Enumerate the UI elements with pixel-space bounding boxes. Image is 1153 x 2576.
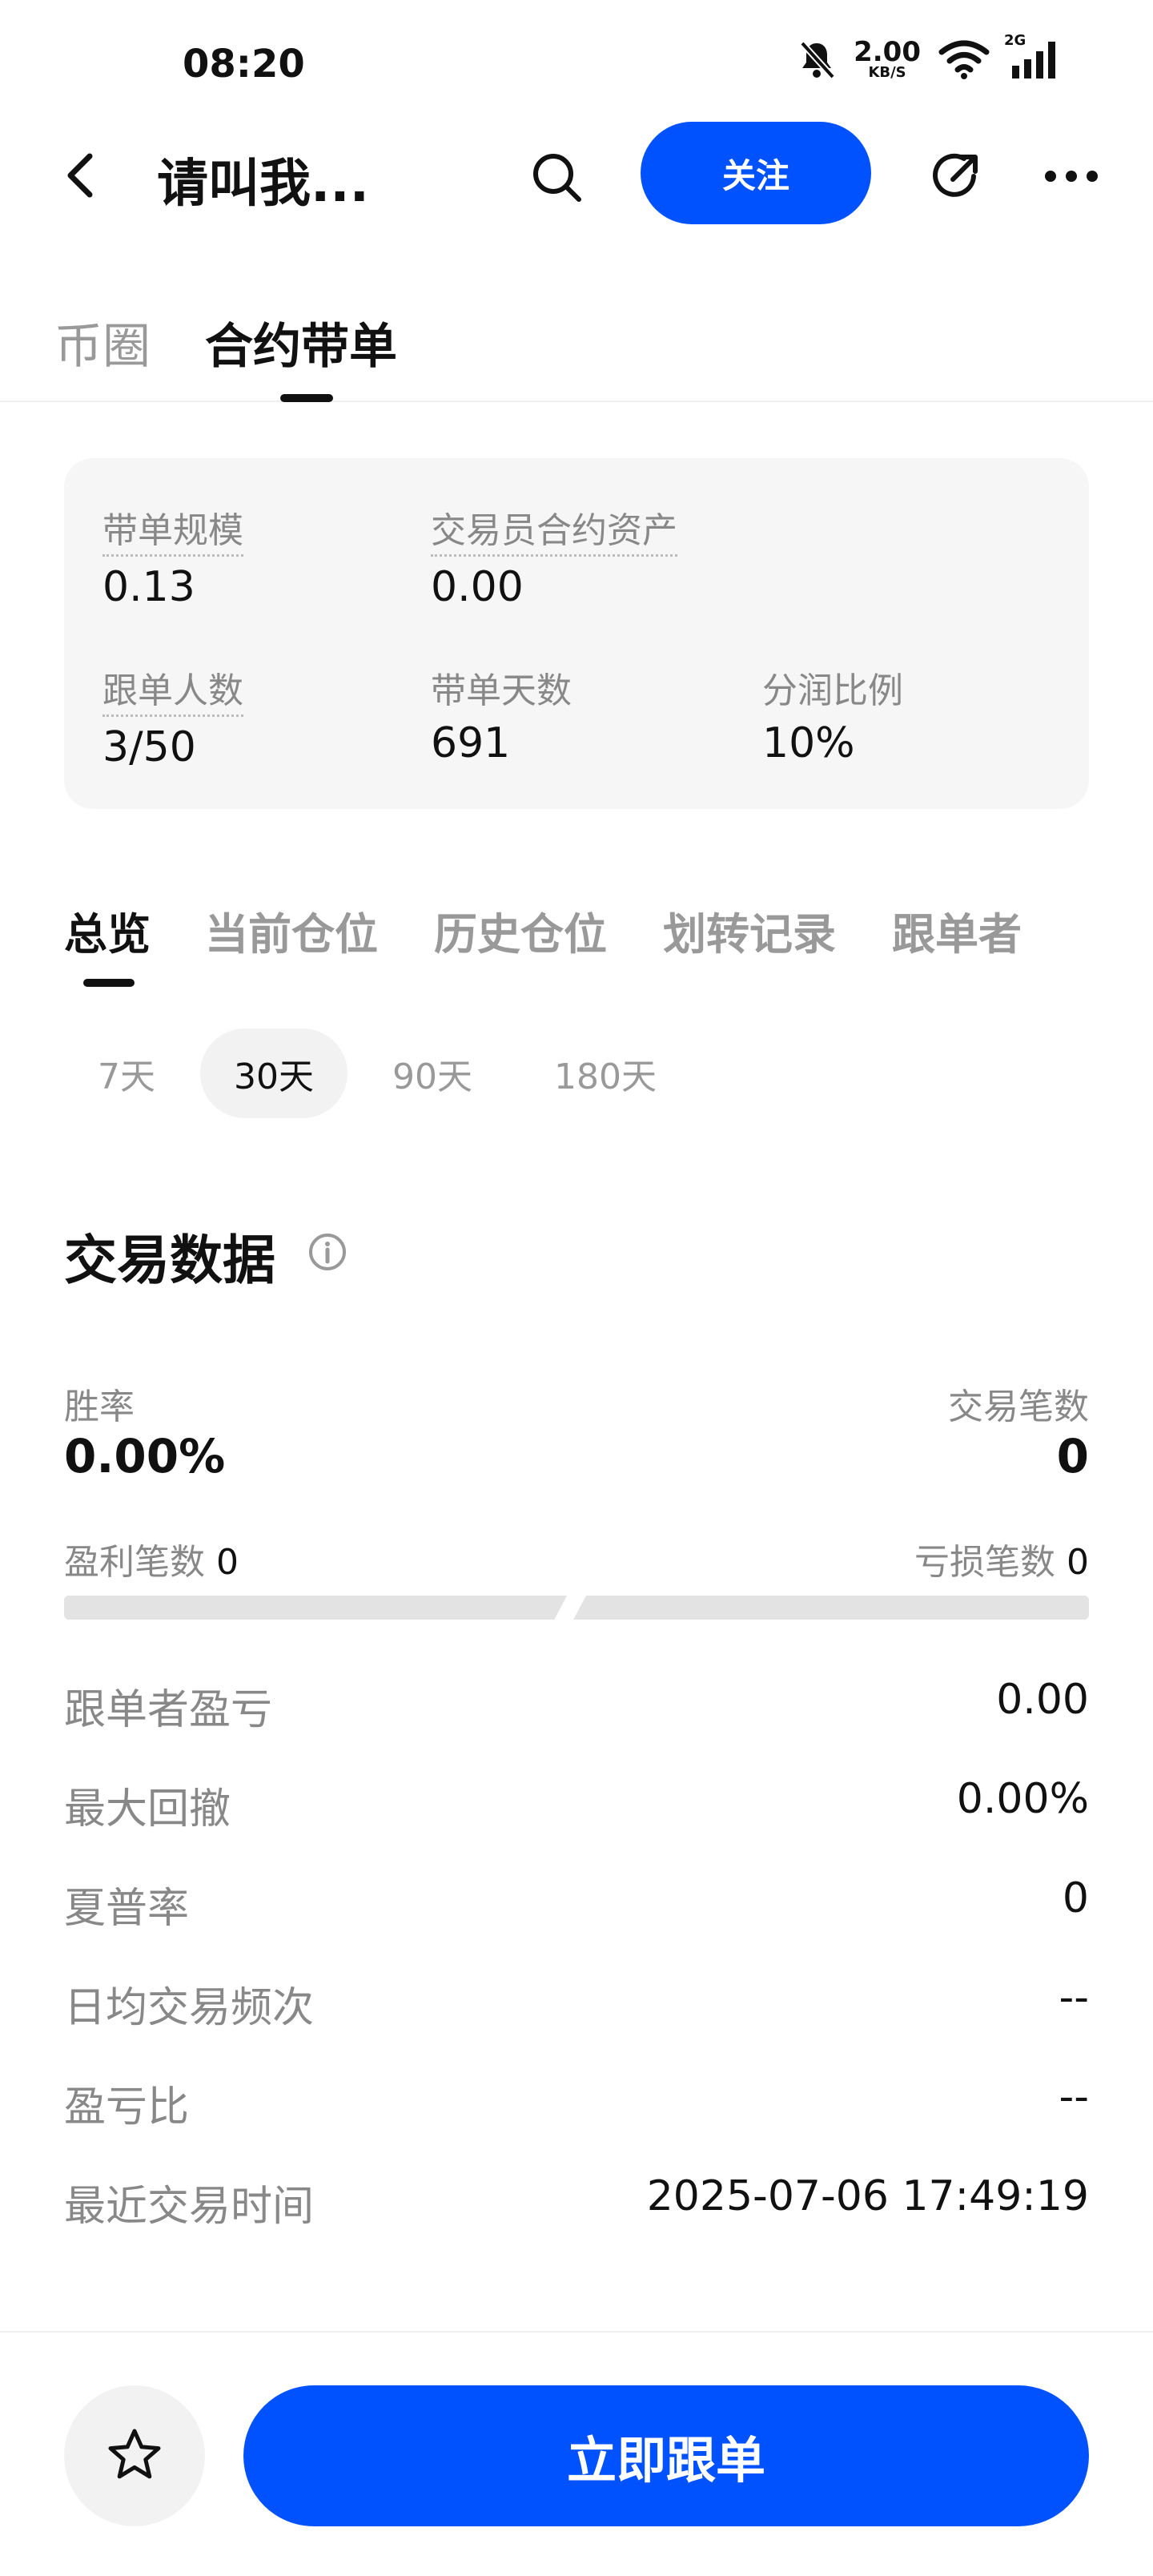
top-tabs: 币圈 合约带单 (0, 296, 1153, 402)
stat-followers: 跟单人数 3/50 (102, 662, 243, 771)
stat-scale-value: 0.13 (102, 563, 195, 611)
metric-row-value: 0.00% (956, 1775, 1089, 1823)
stat-assets: 交易员合约资产 0.00 (431, 501, 677, 611)
tab-coin-circle[interactable]: 币圈 (54, 308, 151, 377)
sub-tabs: 总览 当前仓位 历史仓位 划转记录 跟单者 (0, 889, 1153, 993)
metric-row-value: -- (1059, 2073, 1089, 2121)
net-speed-value: 2.00 (854, 36, 921, 68)
signal-label: 2G (1004, 32, 1026, 49)
follow-button[interactable]: 关注 (641, 122, 871, 224)
star-icon (104, 2425, 165, 2488)
loss-count-label: 亏损笔数 (914, 1542, 1055, 1583)
metric-row-label: 盈亏比 (64, 2083, 190, 2131)
bottom-divider (0, 2331, 1153, 2332)
share-button[interactable] (922, 144, 990, 211)
page-title: 请叫我... (157, 155, 369, 214)
bell-muted-icon (797, 38, 836, 80)
metric-row-sharpe: 夏普率 0 (64, 1868, 1089, 1933)
metric-row-label: 最大回撤 (64, 1785, 231, 1833)
favorite-button[interactable] (64, 2385, 205, 2526)
search-icon (529, 150, 585, 209)
profit-count-value: 0 (216, 1542, 239, 1583)
stat-followers-value: 3/50 (102, 723, 196, 771)
stat-scale-label[interactable]: 带单规模 (102, 501, 243, 557)
status-time: 08:20 (183, 42, 305, 87)
copy-trade-button[interactable]: 立即跟单 (243, 2385, 1089, 2526)
loss-ratio-bar (573, 1596, 1089, 1620)
net-speed-unit: KB/S (868, 64, 906, 81)
header: 请叫我... 关注 (0, 120, 1153, 232)
signal-icon: 2G (1004, 32, 1059, 80)
profit-count-label: 盈利笔数 (64, 1542, 205, 1583)
metric-row-follower-pnl: 跟单者盈亏 0.00 (64, 1669, 1089, 1734)
metric-row-max-drawdown: 最大回撤 0.00% (64, 1769, 1089, 1833)
stat-assets-label[interactable]: 交易员合约资产 (431, 501, 677, 557)
share-icon (927, 147, 985, 208)
metric-row-value: 2025-07-06 17:49:19 (646, 2172, 1089, 2220)
win-rate-label: 胜率 (64, 1387, 135, 1427)
tab-overview[interactable]: 总览 (64, 899, 151, 962)
win-rate-value: 0.00% (64, 1429, 226, 1483)
profit-count: 盈利笔数 0 (64, 1533, 239, 1584)
tab-contract-copy[interactable]: 合约带单 (205, 308, 397, 377)
loss-count: 亏损笔数 0 (914, 1533, 1089, 1584)
stat-profit-share: 分润比例 10% (762, 662, 903, 767)
more-button[interactable] (1038, 155, 1105, 200)
wifi-icon (938, 39, 990, 79)
back-icon (64, 151, 96, 203)
stat-scale: 带单规模 0.13 (102, 501, 243, 611)
stats-card: 带单规模 0.13 交易员合约资产 0.00 跟单人数 3/50 带单天数 69… (64, 458, 1089, 809)
status-bar: 08:20 2.00 KB/S 2G (0, 0, 1153, 120)
status-icons: 2.00 KB/S 2G (797, 32, 1059, 80)
sub-tab-active-indicator (83, 979, 135, 987)
stat-profit-share-label: 分润比例 (762, 670, 903, 711)
metric-row-last-trade-time: 最近交易时间 2025-07-06 17:49:19 (64, 2166, 1089, 2231)
period-90d[interactable]: 90天 (368, 1028, 496, 1118)
info-icon[interactable] (307, 1232, 348, 1272)
metric-row-label: 日均交易频次 (64, 1984, 315, 2032)
stat-days: 带单天数 691 (431, 662, 572, 767)
metric-row-daily-frequency: 日均交易频次 -- (64, 1967, 1089, 2032)
search-button[interactable] (525, 147, 589, 211)
trade-count-value: 0 (1056, 1429, 1089, 1483)
stat-days-value: 691 (431, 719, 511, 767)
stat-days-label: 带单天数 (431, 670, 572, 711)
period-30d[interactable]: 30天 (200, 1028, 348, 1118)
metric-row-value: -- (1059, 1974, 1089, 2022)
trade-count-label: 交易笔数 (948, 1387, 1089, 1427)
metric-row-value: 0.00 (996, 1676, 1089, 1724)
tab-position-history[interactable]: 历史仓位 (434, 899, 607, 962)
tab-transfer-records[interactable]: 划转记录 (663, 899, 836, 962)
metric-row-label: 跟单者盈亏 (64, 1686, 273, 1734)
tab-active-indicator (280, 394, 333, 402)
metric-row-value: 0 (1062, 1874, 1089, 1922)
metric-row-label: 最近交易时间 (64, 2183, 315, 2231)
tab-current-positions[interactable]: 当前仓位 (205, 899, 378, 962)
metric-row-label: 夏普率 (64, 1885, 190, 1933)
trade-data-title: 交易数据 (64, 1230, 275, 1291)
metric-row-pnl-ratio: 盈亏比 -- (64, 2067, 1089, 2131)
stat-assets-value: 0.00 (431, 563, 524, 611)
period-180d[interactable]: 180天 (535, 1028, 676, 1118)
profit-ratio-bar (64, 1596, 567, 1620)
period-7d[interactable]: 7天 (72, 1028, 181, 1118)
net-speed: 2.00 KB/S (854, 38, 921, 80)
stat-followers-label[interactable]: 跟单人数 (102, 662, 243, 717)
period-selector: 7天 30天 90天 180天 (0, 1028, 1153, 1120)
stat-profit-share-value: 10% (762, 719, 855, 767)
more-icon (1043, 168, 1100, 187)
back-button[interactable] (56, 149, 104, 205)
loss-count-value: 0 (1067, 1542, 1089, 1583)
tab-followers[interactable]: 跟单者 (892, 899, 1022, 962)
